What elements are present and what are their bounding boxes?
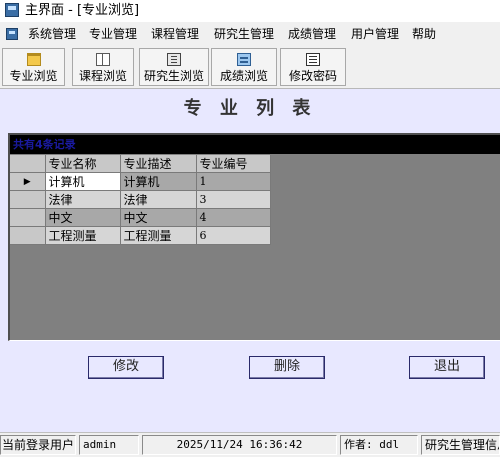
cell-major-name[interactable]: 工程测量 <box>45 226 121 245</box>
column-header-desc[interactable]: 专业描述 <box>120 155 197 173</box>
current-row-indicator[interactable]: ▶ <box>10 172 46 191</box>
mdi-child-icon[interactable] <box>6 28 18 40</box>
cell-major-id[interactable]: 3 <box>196 190 271 209</box>
menu-course[interactable]: 课程管理 <box>151 26 199 42</box>
books-icon <box>167 53 181 66</box>
cell-major-id[interactable]: 6 <box>196 226 271 245</box>
delete-button[interactable]: 删除 <box>249 356 325 379</box>
menu-major[interactable]: 专业管理 <box>89 26 137 42</box>
row-header-corner <box>10 155 46 173</box>
edit-button[interactable]: 修改 <box>88 356 164 379</box>
menu-system[interactable]: 系统管理 <box>28 26 76 42</box>
mdi-client-area: 专 业 列 表 共有4条记录 专业名称 专业描述 专业编号 ▶ 计算机 计算机 … <box>0 89 500 432</box>
folder-icon <box>26 53 41 66</box>
cell-major-name[interactable]: 计算机 <box>45 172 121 191</box>
major-table: 专业名称 专业描述 专业编号 ▶ 计算机 计算机 1 法律 法律 3 中文 中文… <box>10 155 271 245</box>
status-datetime: 2025/11/24 16:36:42 <box>142 435 337 455</box>
toolbar: 专业浏览 课程浏览 研究生浏览 成绩浏览 修改密码 <box>0 46 500 89</box>
status-username: admin <box>79 435 139 455</box>
cell-major-desc[interactable]: 计算机 <box>120 172 197 191</box>
cell-major-name[interactable]: 中文 <box>45 208 121 227</box>
menu-help[interactable]: 帮助 <box>412 26 436 42</box>
cell-major-desc[interactable]: 工程测量 <box>120 226 197 245</box>
major-datagrid[interactable]: 共有4条记录 专业名称 专业描述 专业编号 ▶ 计算机 计算机 1 法律 法律 <box>8 133 500 341</box>
cell-major-id[interactable]: 1 <box>196 172 271 191</box>
menu-bar: 系统管理 专业管理 课程管理 研究生管理 成绩管理 用户管理 帮助 <box>0 23 500 45</box>
stack-icon <box>237 53 251 66</box>
status-user-label: 当前登录用户 <box>0 435 76 455</box>
graduate-browse-label: 研究生浏览 <box>143 69 204 83</box>
course-browse-button[interactable]: 课程浏览 <box>72 48 134 86</box>
title-bar: 主界面 - [专业浏览] <box>0 0 500 22</box>
status-system-name: 研究生管理信息 <box>421 435 500 455</box>
page-title: 专 业 列 表 <box>183 98 317 119</box>
graduate-browse-button[interactable]: 研究生浏览 <box>139 48 209 86</box>
major-browse-label: 专业浏览 <box>9 69 58 83</box>
row-header[interactable] <box>10 226 46 245</box>
table-row[interactable]: 法律 法律 3 <box>10 190 271 209</box>
column-header-id[interactable]: 专业编号 <box>196 155 271 173</box>
change-password-button[interactable]: 修改密码 <box>280 48 346 86</box>
app-icon <box>5 3 19 17</box>
course-browse-label: 课程浏览 <box>78 69 127 83</box>
exit-button[interactable]: 退出 <box>409 356 485 379</box>
cell-major-name[interactable]: 法律 <box>45 190 121 209</box>
book-icon <box>96 53 110 66</box>
grid-caption: 共有4条记录 <box>10 135 500 154</box>
score-browse-button[interactable]: 成绩浏览 <box>211 48 277 86</box>
edit-icon <box>306 53 320 66</box>
table-row[interactable]: 工程测量 工程测量 6 <box>10 226 271 245</box>
status-bar: 当前登录用户 admin 2025/11/24 16:36:42 作者: ddl… <box>0 432 500 457</box>
row-header[interactable] <box>10 208 46 227</box>
table-header-row: 专业名称 专业描述 专业编号 <box>10 155 271 173</box>
menu-score[interactable]: 成绩管理 <box>288 26 336 42</box>
major-browse-button[interactable]: 专业浏览 <box>2 48 65 86</box>
score-browse-label: 成绩浏览 <box>219 69 268 83</box>
cell-major-desc[interactable]: 中文 <box>120 208 197 227</box>
cell-major-desc[interactable]: 法律 <box>120 190 197 209</box>
cell-major-id[interactable]: 4 <box>196 208 271 227</box>
window-title: 主界面 - [专业浏览] <box>25 3 140 18</box>
change-password-label: 修改密码 <box>288 69 337 83</box>
menu-user[interactable]: 用户管理 <box>351 26 399 42</box>
menu-graduate[interactable]: 研究生管理 <box>214 26 274 42</box>
table-row[interactable]: ▶ 计算机 计算机 1 <box>10 172 271 191</box>
table-row[interactable]: 中文 中文 4 <box>10 208 271 227</box>
status-author: 作者: ddl <box>340 435 418 455</box>
row-header[interactable] <box>10 190 46 209</box>
column-header-name[interactable]: 专业名称 <box>45 155 121 173</box>
